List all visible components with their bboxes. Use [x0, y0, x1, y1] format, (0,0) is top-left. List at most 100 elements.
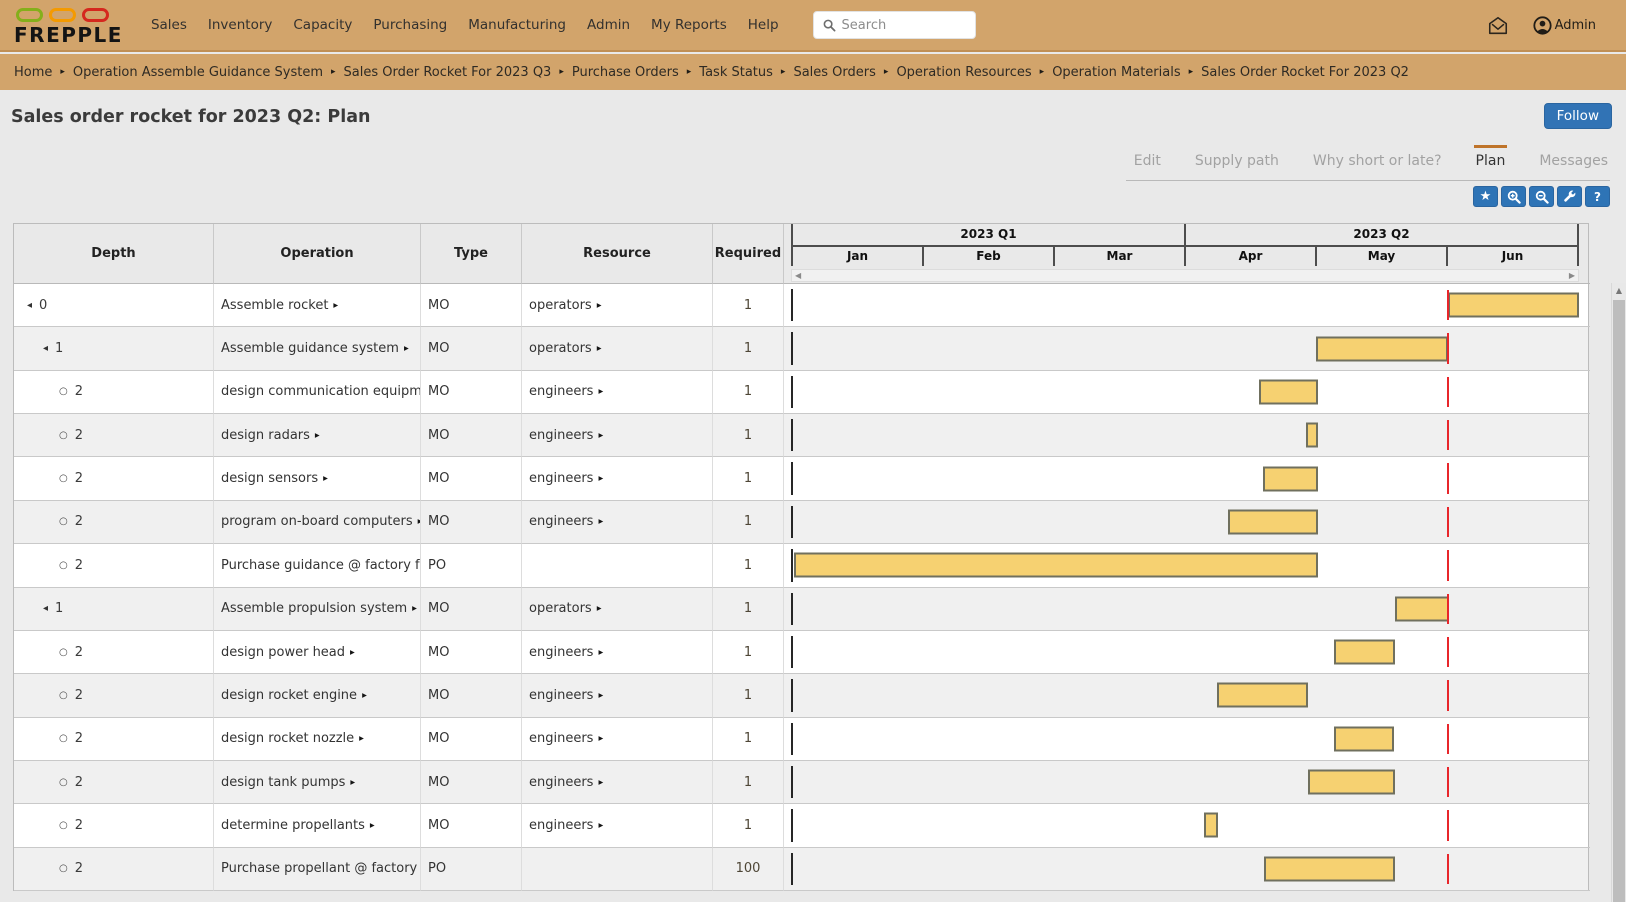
leaf-circle-icon[interactable]: ○	[59, 430, 68, 441]
breadcrumb-item[interactable]: Sales Order Rocket For 2023 Q3	[344, 65, 552, 80]
resource-cell	[522, 544, 713, 587]
depth-value: 2	[75, 384, 83, 399]
search-input[interactable]	[842, 18, 957, 33]
scrollbar-thumb[interactable]	[1613, 300, 1625, 902]
leaf-circle-icon[interactable]: ○	[59, 690, 68, 701]
menu-item-help[interactable]: Help	[748, 17, 779, 33]
gantt-bar[interactable]	[1306, 423, 1319, 448]
zoom-out-button[interactable]	[1529, 186, 1554, 207]
tab-why-short-or-late[interactable]: Why short or late?	[1311, 145, 1444, 180]
gantt-bar[interactable]	[1259, 379, 1318, 404]
drilldown-triangle-icon[interactable]: ▸	[404, 343, 409, 354]
leaf-circle-icon[interactable]: ○	[59, 777, 68, 788]
scroll-right-icon[interactable]: ▶	[1569, 272, 1575, 280]
gantt-cell	[784, 284, 1590, 327]
breadcrumb-item[interactable]: Purchase Orders	[572, 65, 679, 80]
leaf-circle-icon[interactable]: ○	[59, 560, 68, 571]
leaf-circle-icon[interactable]: ○	[59, 473, 68, 484]
drilldown-triangle-icon[interactable]: ▸	[370, 820, 375, 831]
table-row: ○ 2 design rocket nozzle ▸ MO engineers …	[14, 718, 1588, 761]
drilldown-triangle-icon[interactable]: ▸	[598, 430, 603, 441]
drilldown-triangle-icon[interactable]: ▸	[315, 430, 320, 441]
drilldown-triangle-icon[interactable]: ▸	[362, 690, 367, 701]
gantt-bar[interactable]	[1264, 856, 1395, 881]
drilldown-triangle-icon[interactable]: ▸	[598, 690, 603, 701]
gantt-bar[interactable]	[1334, 726, 1394, 751]
follow-button[interactable]: Follow	[1544, 103, 1612, 129]
drilldown-triangle-icon[interactable]: ▸	[598, 386, 603, 397]
gantt-bar[interactable]	[1395, 596, 1449, 621]
drilldown-triangle-icon[interactable]: ▸	[598, 820, 603, 831]
resource-label: engineers	[529, 428, 593, 443]
scroll-up-icon[interactable]: ▲	[1612, 283, 1626, 299]
drilldown-triangle-icon[interactable]: ▸	[350, 647, 355, 658]
drilldown-triangle-icon[interactable]: ▸	[597, 343, 602, 354]
gantt-bar[interactable]	[1217, 683, 1308, 708]
leaf-circle-icon[interactable]: ○	[59, 516, 68, 527]
leaf-circle-icon[interactable]: ○	[59, 386, 68, 397]
breadcrumb-item[interactable]: Sales Order Rocket For 2023 Q2	[1201, 65, 1409, 80]
tab-supply-path[interactable]: Supply path	[1193, 145, 1281, 180]
drilldown-triangle-icon[interactable]: ▸	[598, 516, 603, 527]
vertical-scrollbar[interactable]: ▲	[1611, 283, 1626, 902]
gantt-bar[interactable]	[1448, 293, 1579, 318]
menu-item-manufacturing[interactable]: Manufacturing	[468, 17, 566, 33]
menu-item-my-reports[interactable]: My Reports	[651, 17, 727, 33]
gantt-bar[interactable]	[1263, 466, 1318, 491]
drilldown-triangle-icon[interactable]: ▸	[597, 603, 602, 614]
frepple-logo[interactable]: FREPPLE	[14, 4, 123, 46]
drilldown-triangle-icon[interactable]: ▸	[412, 603, 417, 614]
depth-cell: ◂ 0	[14, 284, 214, 327]
scroll-left-icon[interactable]: ◀	[795, 272, 801, 280]
zoom-in-button[interactable]	[1501, 186, 1526, 207]
table-row: ○ 2 design tank pumps ▸ MO engineers ▸ 1	[14, 761, 1588, 804]
tab-messages[interactable]: Messages	[1537, 145, 1610, 180]
leaf-circle-icon[interactable]: ○	[59, 820, 68, 831]
gantt-bar[interactable]	[794, 553, 1318, 578]
leaf-circle-icon[interactable]: ○	[59, 647, 68, 658]
drilldown-triangle-icon[interactable]: ▸	[333, 300, 338, 311]
global-search[interactable]	[813, 11, 976, 39]
gantt-horizontal-scrollbar[interactable]: ◀ ▶	[791, 269, 1579, 282]
menu-item-capacity[interactable]: Capacity	[293, 17, 352, 33]
drilldown-triangle-icon[interactable]: ▸	[598, 473, 603, 484]
depth-cell: ○ 2	[14, 674, 214, 717]
breadcrumb-item[interactable]: Home	[14, 65, 52, 80]
inbox-envelope-icon[interactable]	[1487, 15, 1509, 36]
drilldown-triangle-icon[interactable]: ▸	[359, 733, 364, 744]
breadcrumb-item[interactable]: Task Status	[699, 65, 773, 80]
menu-item-purchasing[interactable]: Purchasing	[373, 17, 447, 33]
wrench-button[interactable]	[1557, 186, 1582, 207]
gantt-bar[interactable]	[1204, 813, 1218, 838]
collapse-triangle-icon[interactable]: ◂	[43, 603, 48, 614]
help-button[interactable]: ?	[1585, 186, 1610, 207]
leaf-circle-icon[interactable]: ○	[59, 863, 68, 874]
gantt-bar[interactable]	[1308, 770, 1395, 795]
gantt-bar[interactable]	[1316, 336, 1447, 361]
leaf-circle-icon[interactable]: ○	[59, 733, 68, 744]
tab-plan[interactable]: Plan	[1474, 145, 1508, 180]
menu-item-inventory[interactable]: Inventory	[208, 17, 272, 33]
menu-item-admin[interactable]: Admin	[587, 17, 630, 33]
operation-label: design sensors	[221, 471, 318, 486]
drilldown-triangle-icon[interactable]: ▸	[350, 777, 355, 788]
breadcrumb-item[interactable]: Operation Assemble Guidance System	[73, 65, 323, 80]
breadcrumb-item[interactable]: Operation Materials	[1052, 65, 1180, 80]
drilldown-triangle-icon[interactable]: ▸	[598, 647, 603, 658]
tab-edit[interactable]: Edit	[1132, 145, 1163, 180]
menu-item-sales[interactable]: Sales	[151, 17, 187, 33]
user-menu[interactable]: Admin	[1533, 16, 1596, 35]
drilldown-triangle-icon[interactable]: ▸	[597, 300, 602, 311]
collapse-triangle-icon[interactable]: ◂	[43, 343, 48, 354]
drilldown-triangle-icon[interactable]: ▸	[598, 733, 603, 744]
drilldown-triangle-icon[interactable]: ▸	[598, 777, 603, 788]
breadcrumb-item[interactable]: Sales Orders	[793, 65, 875, 80]
breadcrumb-item[interactable]: Operation Resources	[896, 65, 1031, 80]
gantt-bar[interactable]	[1334, 640, 1395, 665]
drilldown-triangle-icon[interactable]: ▸	[323, 473, 328, 484]
gantt-bar[interactable]	[1228, 509, 1318, 534]
collapse-triangle-icon[interactable]: ◂	[27, 300, 32, 311]
star-button[interactable]: ★	[1473, 186, 1498, 207]
type-cell: MO	[421, 718, 522, 761]
timeline-start-line	[791, 766, 793, 798]
